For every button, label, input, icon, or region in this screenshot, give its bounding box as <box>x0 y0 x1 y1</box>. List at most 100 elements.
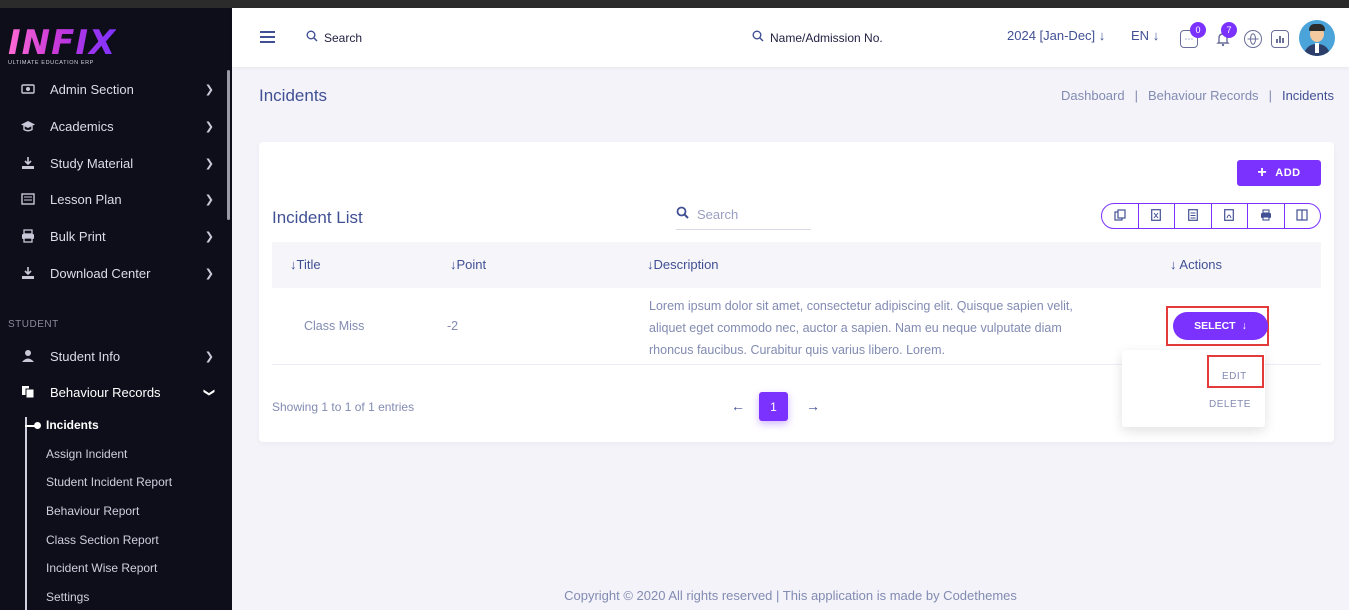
sidebar-item-label: Bulk Print <box>50 228 106 244</box>
search-icon <box>676 206 689 224</box>
printer-icon <box>20 228 36 244</box>
sidebar-item-download-center[interactable]: Download Center ❯ <box>0 258 232 288</box>
pdf-icon <box>1224 208 1235 224</box>
chevron-right-icon: ❯ <box>204 267 214 280</box>
breadcrumb-behaviour-records[interactable]: Behaviour Records <box>1148 88 1259 103</box>
chevron-right-icon: ❯ <box>204 157 214 170</box>
avatar[interactable] <box>1299 20 1335 56</box>
chevron-right-icon: ❯ <box>204 83 214 96</box>
column-header-description[interactable]: ↓Description <box>647 257 719 272</box>
download-icon <box>20 265 36 281</box>
delete-menu-item[interactable]: DELETE <box>1209 399 1251 410</box>
sidebar-subitem-settings[interactable]: Settings <box>46 590 89 604</box>
pdf-button[interactable] <box>1212 204 1248 228</box>
sidebar-item-label: Admin Section <box>50 81 134 97</box>
sidebar-section-student: STUDENT <box>8 319 59 330</box>
header-search[interactable]: Search <box>306 30 362 45</box>
chevron-right-icon: ❯ <box>204 350 214 363</box>
excel-icon <box>1151 208 1162 224</box>
copy-button[interactable] <box>1102 204 1139 228</box>
add-button[interactable]: + ADD <box>1237 160 1321 186</box>
cell-description: Lorem ipsum dolor sit amet, consectetur … <box>649 299 1073 357</box>
breadcrumb: Dashboard | Behaviour Records | Incident… <box>1061 88 1334 103</box>
sidebar-item-admin-section[interactable]: Admin Section ❯ <box>0 74 232 104</box>
chevron-down-icon: ❯ <box>202 387 215 397</box>
excel-button[interactable] <box>1139 204 1175 228</box>
sidebar-subitem-incident-wise-report[interactable]: Incident Wise Report <box>46 561 157 575</box>
sidebar-subitem-student-incident-report[interactable]: Student Incident Report <box>46 475 172 489</box>
sidebar-subitem-assign-incident[interactable]: Assign Incident <box>46 447 127 461</box>
academic-year-select[interactable]: 2024 [Jan-Dec] ↓ <box>1007 28 1105 43</box>
breadcrumb-dashboard[interactable]: Dashboard <box>1061 88 1125 103</box>
csv-icon <box>1187 208 1198 224</box>
sidebar: INFIX ULTIMATE EDUCATION ERP Admin Secti… <box>0 8 232 610</box>
export-toolbar <box>1101 203 1321 229</box>
student-search-label: Name/Admission No. <box>770 30 883 45</box>
chart-icon[interactable] <box>1271 30 1289 48</box>
sidebar-item-label: Academics <box>50 118 114 134</box>
column-header-point[interactable]: ↓Point <box>450 257 486 272</box>
column-header-title[interactable]: ↓Title <box>290 257 321 272</box>
records-icon <box>20 384 36 400</box>
copy-icon <box>1114 208 1126 224</box>
page-title: Incidents <box>259 86 328 105</box>
plus-icon: + <box>1257 164 1268 181</box>
sidebar-item-lesson-plan[interactable]: Lesson Plan ❯ <box>0 184 232 214</box>
column-header-label: Actions <box>1179 257 1223 272</box>
sidebar-subitem-behaviour-report[interactable]: Behaviour Report <box>46 504 139 518</box>
active-dot <box>34 422 41 429</box>
sidebar-item-student-info[interactable]: Student Info ❯ <box>0 341 232 371</box>
user-icon <box>20 348 36 364</box>
top-header: Search Name/Admission No. 2024 [Jan-Dec]… <box>232 8 1349 67</box>
sidebar-item-study-material[interactable]: Study Material ❯ <box>0 148 232 178</box>
column-header-label: Description <box>653 257 719 272</box>
student-search[interactable]: Name/Admission No. <box>752 30 883 45</box>
breadcrumb-current: Incidents <box>1281 88 1334 103</box>
language-label: EN <box>1131 28 1150 43</box>
bell-badge: 7 <box>1221 22 1237 38</box>
highlight-box <box>1207 355 1264 388</box>
sidebar-item-label: Study Material <box>50 155 134 171</box>
language-select[interactable]: EN ↓ <box>1131 28 1159 43</box>
table-header: ↓Title ↓Point ↓Description ↓ Actions <box>272 242 1321 288</box>
print-button[interactable] <box>1248 204 1285 228</box>
card-title: Incident List <box>272 208 363 227</box>
search-icon <box>752 30 764 45</box>
logo[interactable]: INFIX ULTIMATE EDUCATION ERP <box>8 26 116 66</box>
sidebar-item-label: Download Center <box>50 265 151 281</box>
sidebar-subitem-incidents[interactable]: Incidents <box>46 418 99 432</box>
sidebar-item-behaviour-records[interactable]: Behaviour Records ❯ <box>0 377 232 407</box>
columns-icon <box>1296 208 1308 224</box>
globe-icon[interactable] <box>1244 30 1262 48</box>
entries-info: Showing 1 to 1 of 1 entries <box>272 400 415 414</box>
sidebar-subitem-class-section-report[interactable]: Class Section Report <box>46 533 159 547</box>
admin-icon <box>20 81 36 97</box>
add-button-label: ADD <box>1275 167 1301 179</box>
menu-icon[interactable] <box>260 31 275 43</box>
columns-button[interactable] <box>1285 204 1321 228</box>
column-header-label: Point <box>456 257 487 272</box>
select-button[interactable]: SELECT ↓ <box>1173 312 1268 340</box>
incident-list-card: + ADD Incident List Search ↓Title ↓Point… <box>259 142 1334 442</box>
page-number-button[interactable]: 1 <box>759 392 788 421</box>
column-header-actions[interactable]: ↓ Actions <box>1170 257 1222 272</box>
graduation-cap-icon <box>20 118 36 134</box>
footer: Copyright © 2020 All rights reserved | T… <box>564 588 1017 603</box>
logo-text: INFIX <box>8 23 117 63</box>
book-icon <box>20 191 36 207</box>
next-page-icon[interactable]: → <box>806 398 820 414</box>
sidebar-item-academics[interactable]: Academics ❯ <box>0 111 232 141</box>
prev-page-icon[interactable]: ← <box>731 398 745 414</box>
printer-icon <box>1260 208 1272 224</box>
sidebar-item-label: Student Info <box>50 348 121 364</box>
chevron-right-icon: ❯ <box>204 120 214 133</box>
chevron-right-icon: ❯ <box>204 193 214 206</box>
arrow-down-icon: ↓ <box>1098 28 1106 43</box>
sidebar-item-bulk-print[interactable]: Bulk Print ❯ <box>0 221 232 251</box>
sidebar-item-label: Behaviour Records <box>50 384 161 400</box>
browser-top-strip <box>0 0 1349 8</box>
table-search-input[interactable]: Search <box>676 200 811 230</box>
csv-button[interactable] <box>1175 204 1212 228</box>
academic-year-label: 2024 [Jan-Dec] <box>1007 28 1096 43</box>
arrow-down-icon: ↓ <box>1152 28 1160 43</box>
